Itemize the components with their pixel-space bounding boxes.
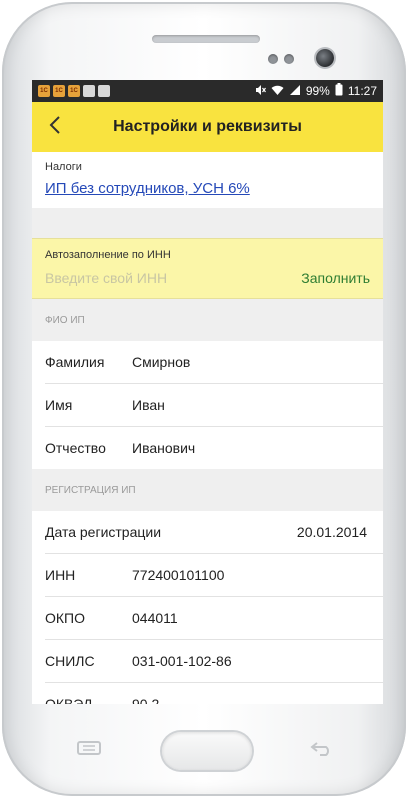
first-name-label: Имя [45, 397, 73, 413]
battery-icon [335, 83, 343, 99]
front-camera [316, 49, 334, 67]
okpo-value: 044011 [132, 610, 178, 626]
okved-value: 90.2 [132, 696, 160, 704]
first-name-value: Иван [132, 397, 165, 413]
inn-value: 772400101100 [132, 567, 225, 583]
okved-label: ОКВЭД [45, 696, 93, 704]
fio-section-header: ФИО ИП [32, 299, 383, 341]
back-key[interactable] [307, 740, 337, 758]
1c-icon: 1С [38, 85, 50, 97]
fill-button[interactable]: Заполнить [301, 270, 370, 286]
wifi-icon [271, 84, 284, 99]
inn-autofill-label: Автозаполнение по ИНН [45, 249, 171, 261]
earpiece-speaker [152, 35, 260, 43]
taxes-label: Налоги [45, 161, 82, 173]
light-sensor [284, 54, 294, 64]
battery-percent: 99% [305, 84, 330, 98]
surname-value: Смирнов [132, 354, 191, 370]
taxes-link[interactable]: ИП без сотрудников, УСН 6% [45, 180, 250, 197]
app-bar: Настройки и реквизиты [32, 102, 383, 152]
snils-value: 031-001-102-86 [132, 653, 232, 669]
okpo-label: ОКПО [45, 610, 85, 626]
menu-key[interactable] [74, 740, 104, 758]
snils-label: СНИЛС [45, 653, 95, 669]
signal-icon [289, 84, 301, 99]
section-spacer [32, 208, 383, 238]
inn-label: ИНН [45, 567, 76, 583]
registration-section-header: РЕГИСТРАЦИЯ ИП [32, 469, 383, 511]
mute-icon [254, 84, 266, 99]
snils-row[interactable]: СНИЛС 031-001-102-86 [45, 640, 383, 683]
proximity-sensor [268, 54, 278, 64]
inn-input[interactable] [45, 270, 302, 286]
status-bar: 1С 1С 1С 99% 11:27 [32, 80, 383, 102]
notification-icons: 1С 1С 1С [38, 85, 110, 97]
patronymic-value: Иванович [132, 440, 196, 456]
registration-date-row[interactable]: Дата регистрации 20.01.2014 [45, 511, 383, 554]
okved-row[interactable]: ОКВЭД 90.2 [45, 683, 383, 704]
taxes-section: Налоги ИП без сотрудников, УСН 6% [32, 152, 383, 208]
back-button[interactable] [32, 102, 78, 152]
image-icon [83, 85, 95, 97]
inn-autofill-panel: Автозаполнение по ИНН Заполнить [32, 238, 383, 299]
first-name-row[interactable]: Имя Иван [45, 384, 383, 427]
inn-row[interactable]: ИНН 772400101100 [45, 554, 383, 597]
phone-frame: 1С 1С 1С 99% 11:27 Настройки и реквизиты… [2, 2, 406, 796]
flipboard-icon [98, 85, 110, 97]
fio-rows: Фамилия Смирнов Имя Иван Отчество Иванов… [32, 341, 383, 469]
registration-rows: Дата регистрации 20.01.2014 ИНН 77240010… [32, 511, 383, 704]
phone-screen: 1С 1С 1С 99% 11:27 Настройки и реквизиты… [32, 80, 383, 704]
1c-icon: 1С [53, 85, 65, 97]
clock: 11:27 [347, 84, 377, 98]
home-button[interactable] [162, 732, 252, 770]
chevron-left-icon [49, 114, 61, 140]
patronymic-label: Отчество [45, 440, 106, 456]
surname-row[interactable]: Фамилия Смирнов [45, 341, 383, 384]
surname-label: Фамилия [45, 354, 105, 370]
okpo-row[interactable]: ОКПО 044011 [45, 597, 383, 640]
patronymic-row[interactable]: Отчество Иванович [45, 427, 383, 469]
registration-date-value: 20.01.2014 [296, 524, 367, 540]
registration-date-label: Дата регистрации [45, 524, 162, 540]
page-title: Настройки и реквизиты [113, 118, 302, 135]
system-icons: 99% 11:27 [254, 83, 377, 99]
1c-icon: 1С [68, 85, 80, 97]
